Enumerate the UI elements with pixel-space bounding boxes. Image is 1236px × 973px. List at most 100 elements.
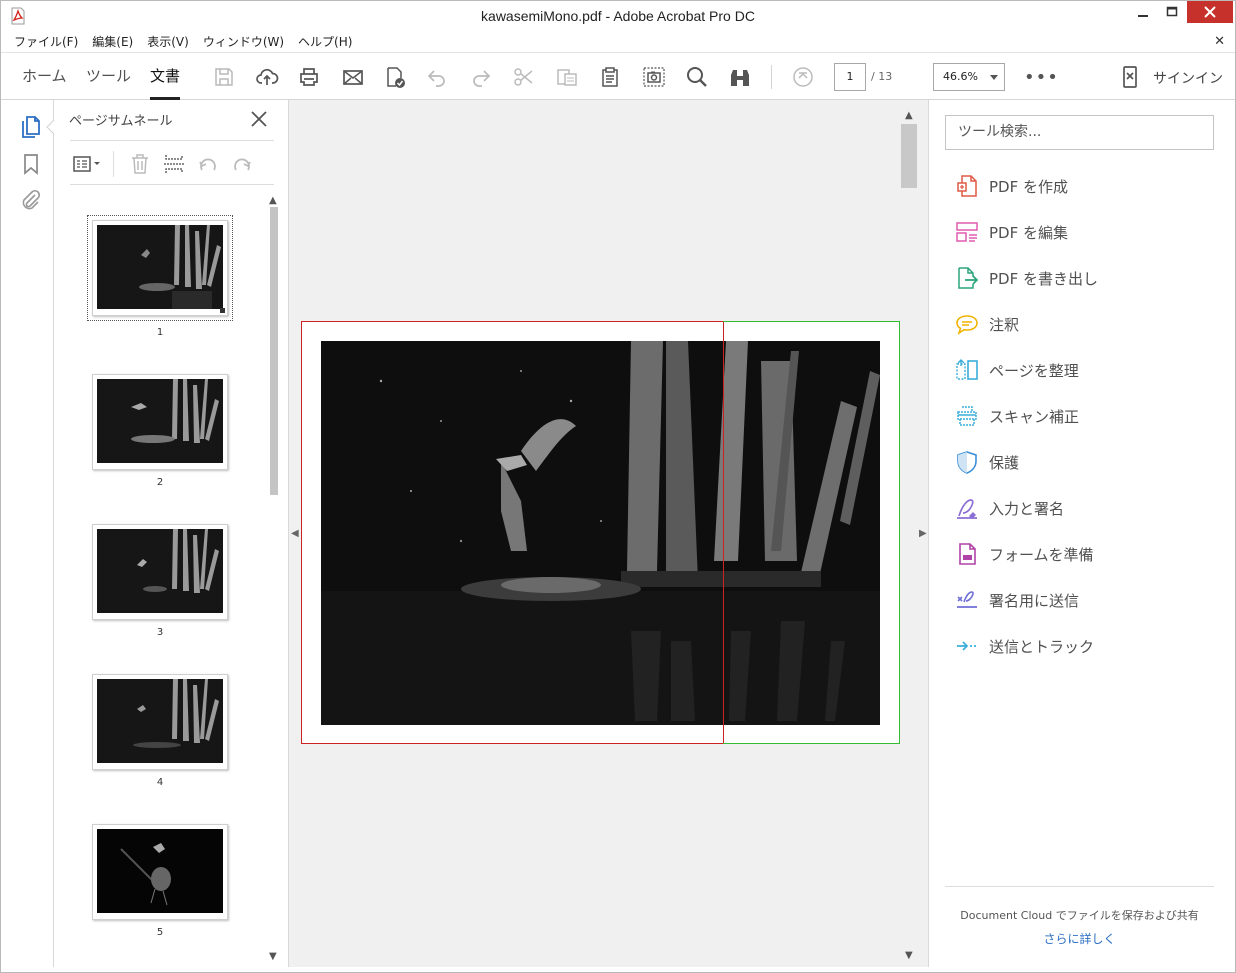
- delete-page-icon[interactable]: [128, 152, 152, 176]
- menu-file[interactable]: ファイル(F): [1, 32, 85, 52]
- divider: [945, 886, 1214, 887]
- tab-home[interactable]: ホーム: [22, 53, 67, 100]
- tool-scan[interactable]: スキャン補正: [955, 403, 1079, 429]
- undo-icon[interactable]: [425, 65, 449, 89]
- thumbnail-page-5[interactable]: [92, 824, 228, 920]
- tool-send-track[interactable]: 送信とトラック: [955, 633, 1094, 659]
- tool-label: フォームを準備: [989, 545, 1094, 564]
- collapse-left-icon[interactable]: ◀: [291, 528, 299, 539]
- page-number-input[interactable]: 1: [834, 63, 866, 91]
- previous-page-icon[interactable]: [791, 65, 815, 89]
- tool-create-pdf[interactable]: PDF を作成: [955, 173, 1068, 199]
- form-icon: [955, 542, 979, 566]
- close-document-icon[interactable]: ✕: [1214, 34, 1225, 49]
- thumbnail-list: 1 2 3 4 5: [54, 195, 266, 967]
- scrollbar-thumb[interactable]: [270, 207, 278, 495]
- tool-label: 注釈: [989, 315, 1020, 334]
- maximize-button[interactable]: [1154, 1, 1190, 23]
- tool-label: PDF を編集: [989, 223, 1068, 242]
- tools-pane: ツール検索... PDF を作成 PDF を編集 PDF を書き出し 注釈 ペー…: [929, 100, 1229, 967]
- thumbnail-image: [97, 829, 223, 913]
- print-icon[interactable]: [297, 65, 321, 89]
- attachment-icon[interactable]: [19, 188, 43, 212]
- sign-in-button[interactable]: サインイン: [1153, 68, 1223, 88]
- options-menu-icon[interactable]: [72, 152, 104, 176]
- rotate-left-icon[interactable]: [196, 152, 220, 176]
- scroll-down-icon[interactable]: ▼: [905, 950, 913, 961]
- save-icon[interactable]: [212, 65, 236, 89]
- thumbnail-label: 2: [156, 477, 164, 488]
- thumbnail-page-1[interactable]: [87, 215, 233, 321]
- thumbnail-image: [97, 225, 223, 309]
- resize-handle[interactable]: [220, 308, 225, 313]
- menu-bar: ファイル(F) 編集(E) 表示(V) ウィンドウ(W) ヘルプ(H) ✕: [1, 32, 1235, 52]
- read-mode-binoculars-icon[interactable]: [728, 65, 752, 89]
- maximize-icon: [1166, 6, 1178, 17]
- tool-prepare-form[interactable]: フォームを準備: [955, 541, 1094, 567]
- cut-icon[interactable]: [512, 65, 536, 89]
- scroll-up-icon[interactable]: ▲: [269, 195, 277, 206]
- scroll-down-icon[interactable]: ▼: [269, 951, 277, 962]
- menu-edit[interactable]: 編集(E): [85, 32, 140, 52]
- thumbnail-page-2[interactable]: [92, 374, 228, 470]
- main-toolbar: ホーム ツール 文書 1 / 13 46.6% ••• サインイン: [1, 52, 1235, 100]
- page-thumbnails-icon[interactable]: [19, 115, 43, 139]
- tool-protect[interactable]: 保護: [955, 449, 1019, 475]
- thumbnail-label: 4: [156, 777, 164, 788]
- tool-comment[interactable]: 注釈: [955, 311, 1019, 337]
- redo-icon[interactable]: [469, 65, 493, 89]
- tool-export-pdf[interactable]: PDF を書き出し: [955, 265, 1098, 291]
- zoom-select[interactable]: 46.6%: [933, 63, 1005, 91]
- document-scrollbar[interactable]: ▲ ▼: [901, 100, 917, 967]
- thumbnail-label: 3: [156, 627, 164, 638]
- tools-pane-toggle[interactable]: ▶: [917, 100, 929, 967]
- tool-label: PDF を作成: [989, 177, 1068, 196]
- upload-cloud-icon[interactable]: [255, 65, 279, 89]
- spread-frame-left: [301, 321, 724, 744]
- copy-icon[interactable]: [555, 65, 579, 89]
- tool-send-for-signature[interactable]: 署名用に送信: [955, 587, 1079, 613]
- spellcheck-icon[interactable]: [383, 65, 407, 89]
- close-panel-button[interactable]: [249, 109, 269, 129]
- export-pdf-icon: [955, 266, 979, 290]
- menu-window[interactable]: ウィンドウ(W): [196, 32, 291, 52]
- shield-icon: [955, 450, 979, 474]
- tab-document[interactable]: 文書: [150, 53, 181, 100]
- expand-right-icon[interactable]: ▶: [919, 528, 927, 539]
- tool-label: PDF を書き出し: [989, 269, 1098, 288]
- thumbnail-page-4[interactable]: [92, 674, 228, 770]
- more-tools-button[interactable]: •••: [1024, 67, 1059, 88]
- tool-edit-pdf[interactable]: PDF を編集: [955, 219, 1068, 245]
- panel-pointer-icon: [46, 120, 54, 134]
- fill-sign-icon: [955, 496, 979, 520]
- thumbnail-scrollbar[interactable]: ▲ ▼: [266, 195, 282, 967]
- close-window-button[interactable]: [1187, 1, 1233, 23]
- thumbnail-image: [97, 529, 223, 613]
- navigation-rail: [8, 100, 54, 967]
- toolbar-separator: [771, 65, 772, 89]
- send-track-icon: [955, 634, 979, 658]
- comment-icon: [955, 312, 979, 336]
- email-icon[interactable]: [341, 65, 365, 89]
- tool-organize-pages[interactable]: ページを整理: [955, 357, 1079, 383]
- snapshot-icon[interactable]: [642, 65, 666, 89]
- scroll-up-icon[interactable]: ▲: [905, 110, 913, 121]
- rotate-right-icon[interactable]: [230, 152, 254, 176]
- paste-icon[interactable]: [598, 65, 622, 89]
- thumbnail-page-3[interactable]: [92, 524, 228, 620]
- tab-tools[interactable]: ツール: [86, 53, 131, 100]
- close-icon: [251, 111, 267, 127]
- window-title: kawasemiMono.pdf - Adobe Acrobat Pro DC: [481, 8, 755, 24]
- search-icon[interactable]: [685, 65, 709, 89]
- tool-label: 保護: [989, 453, 1020, 472]
- tool-fill-sign[interactable]: 入力と署名: [955, 495, 1064, 521]
- minimize-icon: [1138, 15, 1148, 17]
- tool-search-input[interactable]: ツール検索...: [945, 115, 1214, 150]
- learn-more-link[interactable]: さらに詳しく: [945, 930, 1214, 947]
- title-bar: kawasemiMono.pdf - Adobe Acrobat Pro DC: [1, 1, 1235, 32]
- insert-page-icon[interactable]: [162, 152, 186, 176]
- menu-view[interactable]: 表示(V): [140, 32, 196, 52]
- bookmark-icon[interactable]: [19, 152, 43, 176]
- scrollbar-thumb[interactable]: [901, 124, 917, 188]
- menu-help[interactable]: ヘルプ(H): [291, 32, 359, 52]
